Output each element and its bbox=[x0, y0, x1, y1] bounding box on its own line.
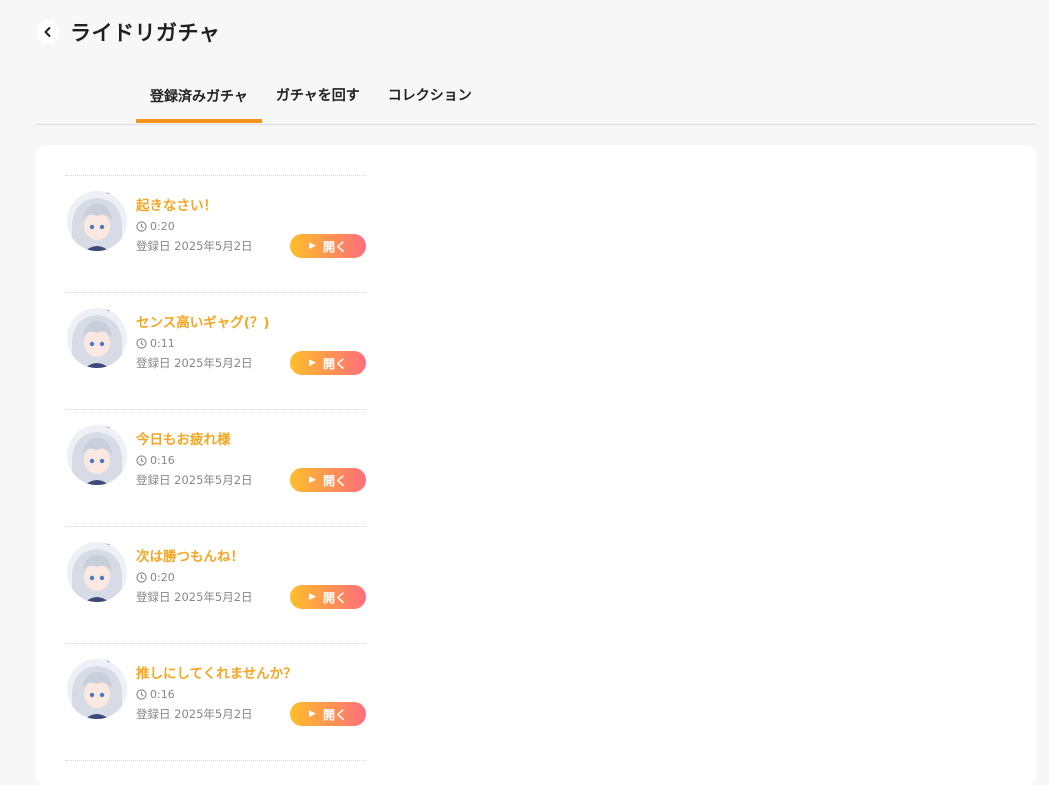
open-button-label: 開く bbox=[322, 473, 347, 488]
tab-collection[interactable]: コレクション bbox=[374, 76, 486, 123]
item-title: 起きなさい！ bbox=[136, 198, 217, 214]
duration-text: 0:16 bbox=[150, 454, 175, 467]
open-button[interactable]: ▶ 開く bbox=[290, 702, 366, 726]
play-icon: ▶ bbox=[309, 592, 316, 602]
tab-bar: 登録済みガチャ ガチャを回す コレクション bbox=[136, 76, 486, 125]
content-card: 起きなさい！ 0:20 登録日 2025年5月2日 ▶ 開く センス高いギャグ(… bbox=[36, 145, 1036, 785]
play-icon: ▶ bbox=[309, 475, 316, 485]
clock-icon bbox=[136, 572, 147, 583]
play-icon: ▶ bbox=[309, 241, 316, 251]
item-info: 推しにしてくれませんか？ 0:16 登録日 2025年5月2日 bbox=[136, 662, 297, 722]
item-duration: 0:16 bbox=[136, 454, 253, 467]
play-icon: ▶ bbox=[309, 358, 316, 368]
list-item: センス高いギャグ(？) 0:11 登録日 2025年5月2日 ▶ 開く bbox=[66, 292, 366, 409]
item-info: センス高いギャグ(？) 0:11 登録日 2025年5月2日 bbox=[136, 311, 270, 371]
character-avatar bbox=[67, 308, 127, 368]
character-avatar bbox=[67, 659, 127, 719]
back-button[interactable] bbox=[36, 20, 60, 44]
item-title: 今日もお疲れ様 bbox=[136, 432, 231, 448]
clock-icon bbox=[136, 455, 147, 466]
open-button[interactable]: ▶ 開く bbox=[290, 585, 366, 609]
item-title: センス高いギャグ(？) bbox=[136, 315, 270, 331]
item-info: 次は勝つもんね！ 0:20 登録日 2025年5月2日 bbox=[136, 545, 253, 605]
open-button-label: 開く bbox=[322, 707, 347, 722]
item-date: 登録日 2025年5月2日 bbox=[136, 239, 253, 253]
tab-registered-gacha[interactable]: 登録済みガチャ bbox=[136, 76, 262, 123]
item-duration: 0:16 bbox=[136, 688, 297, 701]
tab-divider bbox=[36, 124, 1036, 125]
character-avatar bbox=[67, 191, 127, 251]
item-duration: 0:20 bbox=[136, 220, 253, 233]
item-info: 今日もお疲れ様 0:16 登録日 2025年5月2日 bbox=[136, 428, 253, 488]
open-button[interactable]: ▶ 開く bbox=[290, 351, 366, 375]
character-avatar bbox=[67, 425, 127, 485]
item-title: 次は勝つもんね！ bbox=[136, 549, 244, 565]
list-item: 推しにしてくれませんか？ 0:16 登録日 2025年5月2日 ▶ 開く bbox=[66, 643, 366, 760]
item-title: 推しにしてくれませんか？ bbox=[136, 666, 297, 682]
chevron-left-icon bbox=[44, 27, 51, 37]
duration-text: 0:16 bbox=[150, 688, 175, 701]
open-button[interactable]: ▶ 開く bbox=[290, 468, 366, 492]
duration-text: 0:20 bbox=[150, 220, 175, 233]
item-date: 登録日 2025年5月2日 bbox=[136, 356, 253, 370]
open-button[interactable]: ▶ 開く bbox=[290, 234, 366, 258]
duration-text: 0:20 bbox=[150, 571, 175, 584]
gacha-list: 起きなさい！ 0:20 登録日 2025年5月2日 ▶ 開く センス高いギャグ(… bbox=[66, 175, 366, 761]
item-date: 登録日 2025年5月2日 bbox=[136, 707, 253, 721]
list-item: 起きなさい！ 0:20 登録日 2025年5月2日 ▶ 開く bbox=[66, 175, 366, 292]
item-duration: 0:11 bbox=[136, 337, 270, 350]
list-item: 今日もお疲れ様 0:16 登録日 2025年5月2日 ▶ 開く bbox=[66, 409, 366, 526]
open-button-label: 開く bbox=[322, 590, 347, 605]
play-icon: ▶ bbox=[309, 709, 316, 719]
clock-icon bbox=[136, 689, 147, 700]
item-date: 登録日 2025年5月2日 bbox=[136, 590, 253, 604]
page-header: ライドリガチャ bbox=[36, 18, 220, 46]
clock-icon bbox=[136, 221, 147, 232]
list-divider bbox=[66, 760, 366, 761]
clock-icon bbox=[136, 338, 147, 349]
list-item: 次は勝つもんね！ 0:20 登録日 2025年5月2日 ▶ 開く bbox=[66, 526, 366, 643]
item-info: 起きなさい！ 0:20 登録日 2025年5月2日 bbox=[136, 194, 253, 254]
duration-text: 0:11 bbox=[150, 337, 175, 350]
item-date: 登録日 2025年5月2日 bbox=[136, 473, 253, 487]
open-button-label: 開く bbox=[322, 356, 347, 371]
character-avatar bbox=[67, 542, 127, 602]
open-button-label: 開く bbox=[322, 239, 347, 254]
page-title: ライドリガチャ bbox=[70, 21, 221, 45]
item-duration: 0:20 bbox=[136, 571, 253, 584]
tab-spin-gacha[interactable]: ガチャを回す bbox=[262, 76, 374, 123]
